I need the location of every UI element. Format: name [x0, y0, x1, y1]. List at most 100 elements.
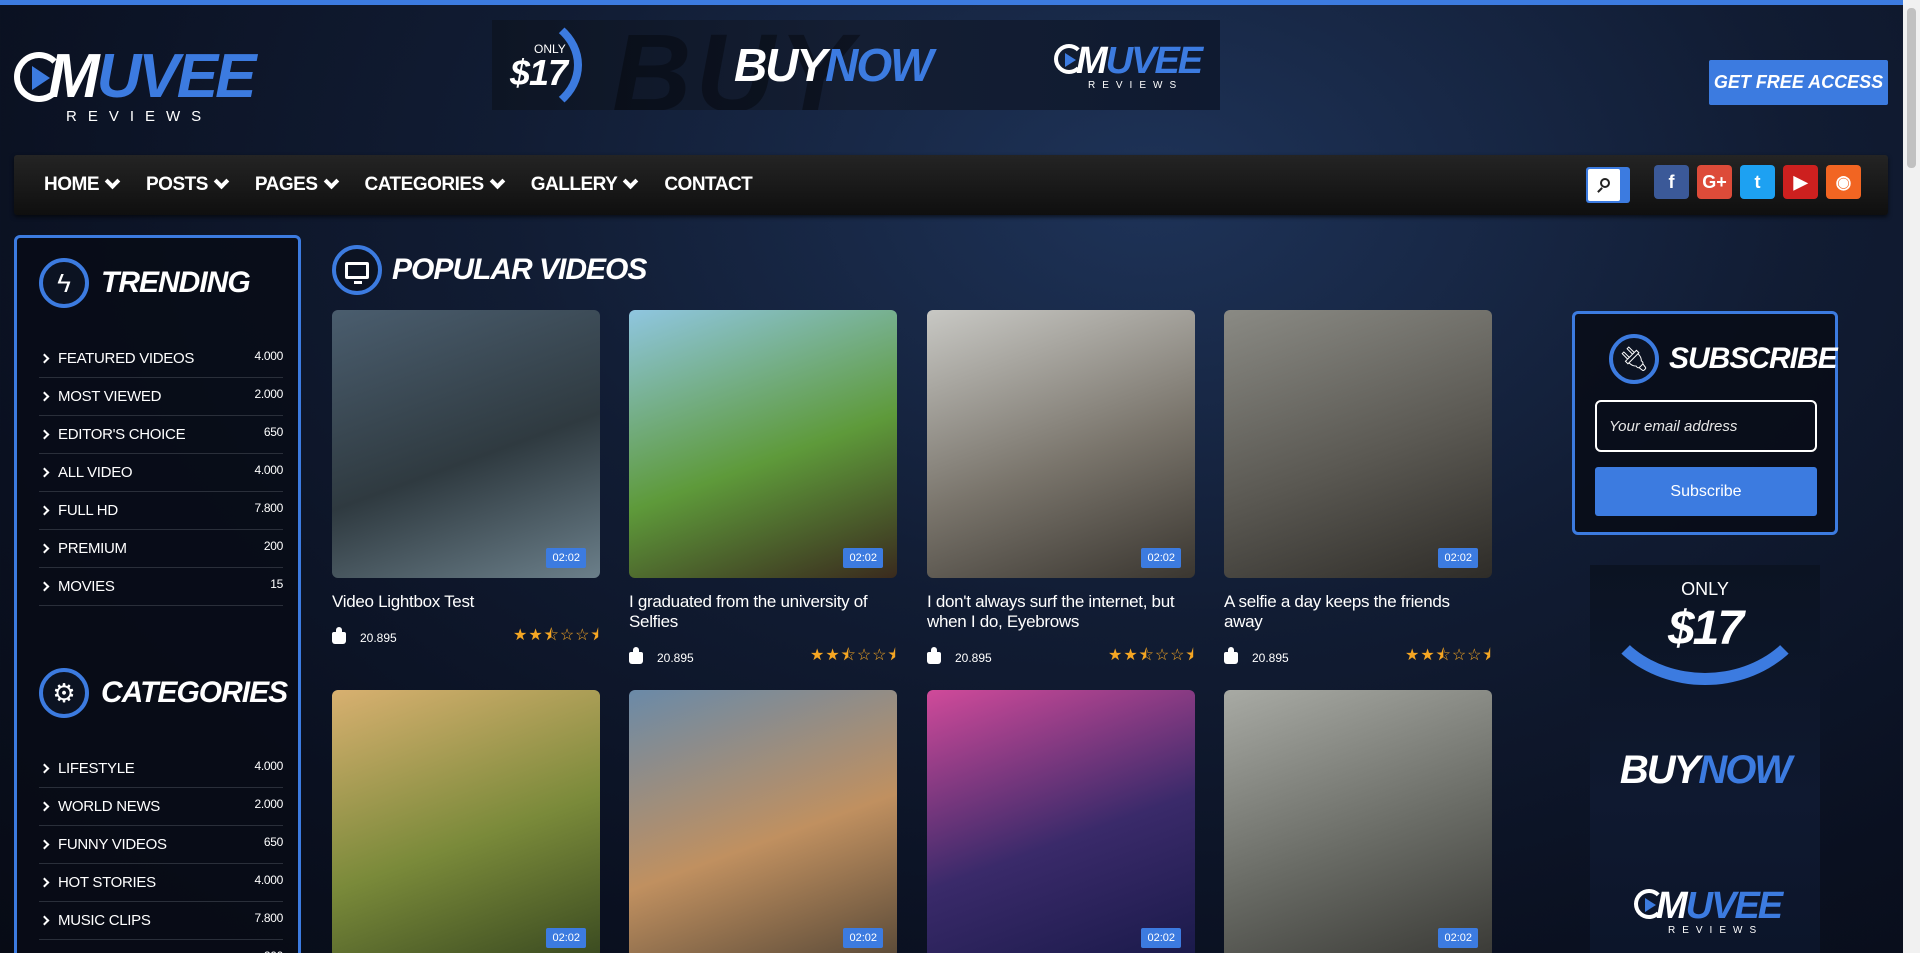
- sidebar-item-count: 7.800: [254, 500, 283, 515]
- side-ad-price: $17: [1667, 602, 1744, 655]
- chevron-right-icon: [39, 467, 50, 478]
- site-logo[interactable]: MUVEE REVIEWS: [14, 46, 256, 126]
- nav-item-label: CATEGORIES: [364, 174, 485, 195]
- sidebar-item[interactable]: MOST VIEWED 2.000: [39, 378, 283, 416]
- star-rating-icon: ★★⯪☆☆⯨: [809, 647, 897, 664]
- video-title[interactable]: I graduated from the university of Selfi…: [629, 592, 897, 632]
- nav-menu: HOME POSTS PAGES CATEGORIES GALLERY CONTACT: [44, 155, 753, 215]
- video-thumbnail[interactable]: 02:02: [332, 310, 600, 578]
- sidebar-item[interactable]: PREMIER TRAILERS200: [39, 940, 283, 953]
- video-thumbnail[interactable]: 02:02: [1224, 310, 1492, 578]
- left-sidebar: ϟ TRENDING FEATURED VIDEOS 4.000 MOST VIEW…: [14, 235, 301, 953]
- sidebar-item[interactable]: EDITOR'S CHOICE 650: [39, 416, 283, 454]
- sidebar-item[interactable]: FUNNY VIDEOS 650: [39, 826, 283, 864]
- duration-badge: 02:02: [1438, 928, 1478, 948]
- video-card[interactable]: 02:02: [629, 690, 897, 953]
- video-title[interactable]: A selfie a day keeps the friends away: [1224, 592, 1492, 632]
- gears-icon: ⚙: [39, 668, 89, 718]
- side-ad-logo-wordmark: MUVEE: [1656, 885, 1783, 927]
- video-meta: 20.895 ★★⯪☆☆⯨: [927, 644, 1195, 671]
- video-card[interactable]: 02:02 I graduated from the university of …: [629, 310, 897, 671]
- chevron-right-icon: [39, 581, 50, 592]
- sidebar-item[interactable]: HOT STORIES 4.000: [39, 864, 283, 902]
- rss-icon[interactable]: ◉: [1826, 165, 1861, 199]
- nav-item-pages[interactable]: PAGES: [255, 173, 339, 196]
- video-meta: 20.895 ★★⯪☆☆⯨: [629, 644, 897, 671]
- chevron-down-icon: [213, 173, 230, 189]
- banner-buy-now: BUYNOW: [734, 39, 934, 91]
- chevron-right-icon: [39, 543, 50, 554]
- youtube-icon[interactable]: ▶: [1783, 165, 1818, 199]
- search-box[interactable]: [1588, 169, 1620, 201]
- video-card[interactable]: 02:02 I don't always surf the internet, b…: [927, 310, 1195, 671]
- sidebar-item-count: 200: [264, 949, 283, 953]
- subscribe-button[interactable]: Subscribe: [1595, 467, 1817, 516]
- video-thumbnail[interactable]: 02:02: [629, 310, 897, 578]
- banner-price: $17: [510, 52, 568, 93]
- popular-videos-title: POPULAR VIDEOS: [392, 253, 647, 286]
- video-card[interactable]: 02:02: [332, 690, 600, 953]
- thumbs-up-icon[interactable]: [1224, 646, 1238, 664]
- thumbs-up-icon[interactable]: [927, 646, 941, 664]
- video-thumbnail[interactable]: 02:02: [1224, 690, 1492, 953]
- sidebar-item[interactable]: WORLD NEWS 2.000: [39, 788, 283, 826]
- scrollbar-thumb[interactable]: [1907, 8, 1916, 168]
- view-count: 20.895: [955, 650, 992, 665]
- sidebar-item-label: MOVIES: [58, 578, 115, 595]
- sidebar-item[interactable]: FEATURED VIDEOS 4.000: [39, 340, 283, 378]
- sidebar-item-count: 200: [263, 538, 283, 553]
- chevron-right-icon: [39, 763, 50, 774]
- facebook-icon[interactable]: f: [1654, 165, 1689, 199]
- video-card[interactable]: 02:02 A selfie a day keeps the friends aw…: [1224, 310, 1492, 671]
- sidebar-item[interactable]: ALL VIDEO 4.000: [39, 454, 283, 492]
- categories-list: LIFESTYLE 4.000 WORLD NEWS 2.000 FUNNY VIDEO…: [39, 750, 283, 953]
- play-icon: [1645, 898, 1656, 912]
- sidebar-item-label: FUNNY VIDEOS: [58, 836, 167, 853]
- nav-item-categories[interactable]: CATEGORIES: [364, 173, 506, 196]
- thumbs-up-icon[interactable]: [332, 626, 346, 644]
- side-ad-buy-now: BUYNOW: [1619, 748, 1792, 792]
- sidebar-item[interactable]: MUSIC CLIPS 7.800: [39, 902, 283, 940]
- sidebar-item-count: 4.000: [254, 758, 283, 773]
- sidebar-item-count: 2.000: [254, 796, 283, 811]
- video-thumbnail[interactable]: 02:02: [629, 690, 897, 953]
- nav-item-home[interactable]: HOME: [44, 173, 121, 196]
- side-ad-only: ONLY: [1681, 579, 1729, 599]
- nav-item-contact[interactable]: CONTACT: [664, 174, 752, 196]
- twitter-icon[interactable]: t: [1740, 165, 1775, 199]
- side-banner-ad[interactable]: ONLY $17 BUYNOW MUVEE REVIEWS: [1590, 565, 1820, 953]
- video-thumbnail[interactable]: 02:02: [332, 690, 600, 953]
- video-thumbnail[interactable]: 02:02: [927, 690, 1195, 953]
- nav-item-gallery[interactable]: GALLERY: [531, 173, 639, 196]
- sidebar-item-count: 4.000: [254, 348, 283, 363]
- search-button[interactable]: [1586, 167, 1630, 203]
- sidebar-item[interactable]: FULL HD 7.800: [39, 492, 283, 530]
- video-card[interactable]: 02:02 Video Lightbox Test 20.895 ★★⯪☆☆⯨: [332, 310, 600, 651]
- video-card[interactable]: 02:02: [1224, 690, 1492, 953]
- sidebar-item[interactable]: LIFESTYLE 4.000: [39, 750, 283, 788]
- banner-logo: MUVEE REVIEWS: [1054, 40, 1204, 100]
- chevron-right-icon: [39, 353, 50, 364]
- thumbs-up-icon[interactable]: [629, 646, 643, 664]
- duration-badge: 02:02: [546, 928, 586, 948]
- nav-item-label: HOME: [44, 174, 100, 195]
- video-title[interactable]: Video Lightbox Test: [332, 592, 600, 612]
- header-banner-ad[interactable]: BUY ONLY $17 BUYNOW MUVEE REVIEWS: [492, 20, 1220, 110]
- banner-logo-wordmark: MUVEE: [1076, 40, 1203, 82]
- sidebar-item-label: WORLD NEWS: [58, 798, 161, 815]
- chevron-right-icon: [39, 877, 50, 888]
- subscribe-title: SUBSCRIBE: [1669, 342, 1838, 375]
- plug-icon: 🔌︎: [1609, 334, 1659, 384]
- google-plus-icon[interactable]: G+: [1697, 165, 1732, 199]
- chevron-right-icon: [39, 391, 50, 402]
- sidebar-item[interactable]: MOVIES 15: [39, 568, 283, 606]
- nav-item-posts[interactable]: POSTS: [146, 173, 230, 196]
- get-free-access-button[interactable]: GET FREE ACCESS: [1709, 60, 1888, 105]
- sidebar-item-count: 650: [263, 424, 283, 439]
- video-card[interactable]: 02:02: [927, 690, 1195, 953]
- email-field[interactable]: [1595, 400, 1817, 452]
- sidebar-item[interactable]: PREMIUM 200: [39, 530, 283, 568]
- video-thumbnail[interactable]: 02:02: [927, 310, 1195, 578]
- page-scrollbar[interactable]: [1903, 0, 1920, 953]
- video-title[interactable]: I don't always surf the internet, but wh…: [927, 592, 1195, 632]
